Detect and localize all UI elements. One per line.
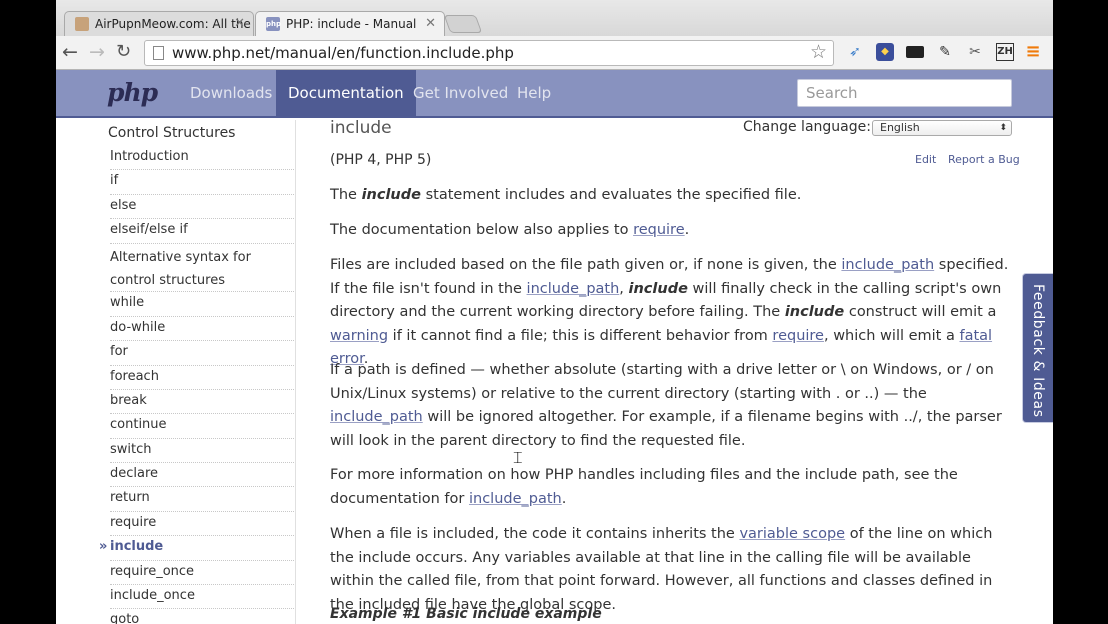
sidebar-item-elseif[interactable]: elseif/else if	[110, 219, 294, 244]
reload-icon[interactable]: ↻	[116, 41, 131, 62]
sidebar-item-require[interactable]: require	[110, 512, 294, 537]
sidebar: Control Structures Introduction if else …	[96, 120, 296, 624]
sidebar-item-require-once[interactable]: require_once	[110, 561, 294, 586]
hamburger-menu-icon[interactable]: ≡	[1024, 43, 1042, 61]
sidebar-item-if[interactable]: if	[110, 170, 294, 195]
keyword-include: include	[784, 304, 845, 320]
report-bug-link[interactable]: Report a Bug	[948, 153, 1020, 166]
paragraph-file-path: Files are included based on the file pat…	[330, 254, 1010, 372]
text: The documentation below also applies to	[330, 222, 634, 238]
paragraph-more-info: For more information on how PHP handles …	[330, 464, 1010, 511]
nav-get-involved[interactable]: Get Involved	[401, 70, 520, 116]
text-cursor-icon: ⌶	[513, 448, 523, 467]
tab-title: PHP: include - Manual	[286, 17, 417, 31]
text: The	[330, 187, 362, 203]
sidebar-item-return[interactable]: return	[110, 487, 294, 512]
text: statement includes and evaluates the spe…	[420, 187, 802, 203]
sidebar-item-include[interactable]: include	[99, 536, 294, 561]
example-heading: Example #1 Basic include example	[330, 606, 602, 622]
bird-extension-icon[interactable]: ➶	[846, 43, 864, 61]
text: .	[561, 490, 567, 507]
main-content: include Change language: English (PHP 4,…	[330, 118, 1020, 624]
sidebar-list: Introduction if else elseif/else if Alte…	[99, 146, 294, 624]
sidebar-item-while[interactable]: while	[110, 292, 294, 317]
sidebar-item-foreach[interactable]: foreach	[110, 366, 294, 390]
link-include-path[interactable]: include_path	[841, 257, 934, 273]
text: construct will emit a	[844, 304, 997, 320]
sidebar-item-include-once[interactable]: include_once	[110, 585, 294, 610]
text: Files are included based on the file pat…	[330, 257, 842, 273]
text: if it cannot find a file; this is differ…	[388, 327, 773, 344]
sidebar-item-do-while[interactable]: do-while	[110, 317, 294, 342]
text: .	[684, 222, 690, 238]
feedback-button[interactable]: Feedback & Ideas	[1022, 273, 1053, 423]
tab-php-include[interactable]: php PHP: include - Manual ✕	[255, 11, 445, 36]
new-tab-button[interactable]	[443, 15, 483, 33]
sidebar-item-break[interactable]: break	[110, 390, 294, 415]
text: , which will emit a	[823, 327, 960, 344]
paragraph-intro: The include statement includes and evalu…	[330, 184, 1010, 208]
sidebar-item-declare[interactable]: declare	[110, 463, 294, 488]
link-require[interactable]: require	[772, 328, 824, 344]
text: When a file is included, the code it con…	[330, 526, 740, 542]
language-select[interactable]: English	[872, 120, 1012, 136]
dog-favicon-icon	[75, 17, 89, 31]
page-title: include	[330, 118, 392, 138]
keyword-include: include	[628, 280, 688, 297]
paragraph-variable-scope: When a file is included, the code it con…	[330, 523, 1010, 617]
paragraph-applies-to: The documentation below also applies to …	[330, 219, 1010, 243]
scissors-extension-icon[interactable]: ✂	[966, 43, 984, 61]
screen-extension-icon[interactable]	[906, 46, 924, 58]
sidebar-item-alternative-syntax[interactable]: Alternative syntax for control structure…	[110, 244, 294, 293]
link-variable-scope[interactable]: variable scope	[739, 526, 845, 542]
tab-bar: AirPupnMeow.com: All the ✕ php PHP: incl…	[56, 0, 1053, 36]
text: If a path is defined — whether absolute …	[330, 362, 994, 402]
php-site-header: php Downloads Documentation Get Involved…	[56, 70, 1053, 118]
tab-close-icon[interactable]: ✕	[234, 16, 245, 31]
sidebar-item-goto[interactable]: goto	[110, 609, 294, 624]
text: will be ignored altogether. For example,…	[330, 409, 1002, 449]
text: ,	[619, 280, 629, 297]
url-text[interactable]: www.php.net/manual/en/function.include.p…	[172, 44, 514, 62]
tab-airpupnmeow[interactable]: AirPupnMeow.com: All the ✕	[64, 11, 254, 36]
sidebar-title[interactable]: Control Structures	[108, 125, 235, 141]
link-warning[interactable]: warning	[330, 328, 388, 344]
forward-arrow-icon[interactable]: →	[89, 41, 105, 63]
feedback-label: Feedback & Ideas	[1030, 284, 1046, 418]
sidebar-item-else[interactable]: else	[110, 195, 294, 220]
link-include-path[interactable]: include_path	[469, 491, 562, 507]
back-arrow-icon[interactable]: ←	[62, 41, 78, 63]
keyword-include: include	[361, 187, 421, 203]
puzzle-extension-icon[interactable]: ◆	[876, 43, 894, 61]
change-language-label: Change language:	[743, 119, 871, 135]
nav-downloads[interactable]: Downloads	[178, 70, 284, 116]
link-include-path[interactable]: include_path	[330, 409, 423, 425]
search-input[interactable]: Search	[797, 79, 1012, 107]
sidebar-item-continue[interactable]: continue	[110, 414, 294, 439]
text: For more information on how PHP handles …	[330, 467, 958, 507]
nav-help[interactable]: Help	[505, 70, 563, 116]
tab-title: AirPupnMeow.com: All the	[95, 17, 251, 31]
sidebar-item-introduction[interactable]: Introduction	[110, 146, 294, 171]
eyedropper-extension-icon[interactable]: ✎	[936, 43, 954, 61]
sidebar-item-switch[interactable]: switch	[110, 439, 294, 464]
bookmark-star-icon[interactable]: ☆	[810, 41, 827, 63]
zh-extension-icon[interactable]: ZH	[996, 43, 1014, 61]
browser-window: AirPupnMeow.com: All the ✕ php PHP: incl…	[56, 0, 1053, 624]
php-versions: (PHP 4, PHP 5)	[330, 152, 432, 168]
page-icon	[153, 46, 164, 60]
sidebar-item-for[interactable]: for	[110, 341, 294, 366]
paragraph-path-defined: If a path is defined — whether absolute …	[330, 359, 1010, 453]
link-include-path[interactable]: include_path	[527, 281, 620, 297]
tab-close-icon[interactable]: ✕	[425, 16, 436, 31]
edit-link[interactable]: Edit	[915, 153, 936, 166]
link-require[interactable]: require	[633, 222, 685, 238]
php-favicon-icon: php	[266, 17, 281, 31]
browser-toolbar: ← → ↻ www.php.net/manual/en/function.inc…	[56, 36, 1053, 70]
php-logo[interactable]: php	[107, 78, 158, 107]
nav-documentation[interactable]: Documentation	[276, 70, 416, 116]
address-bar[interactable]: www.php.net/manual/en/function.include.p…	[144, 40, 834, 66]
